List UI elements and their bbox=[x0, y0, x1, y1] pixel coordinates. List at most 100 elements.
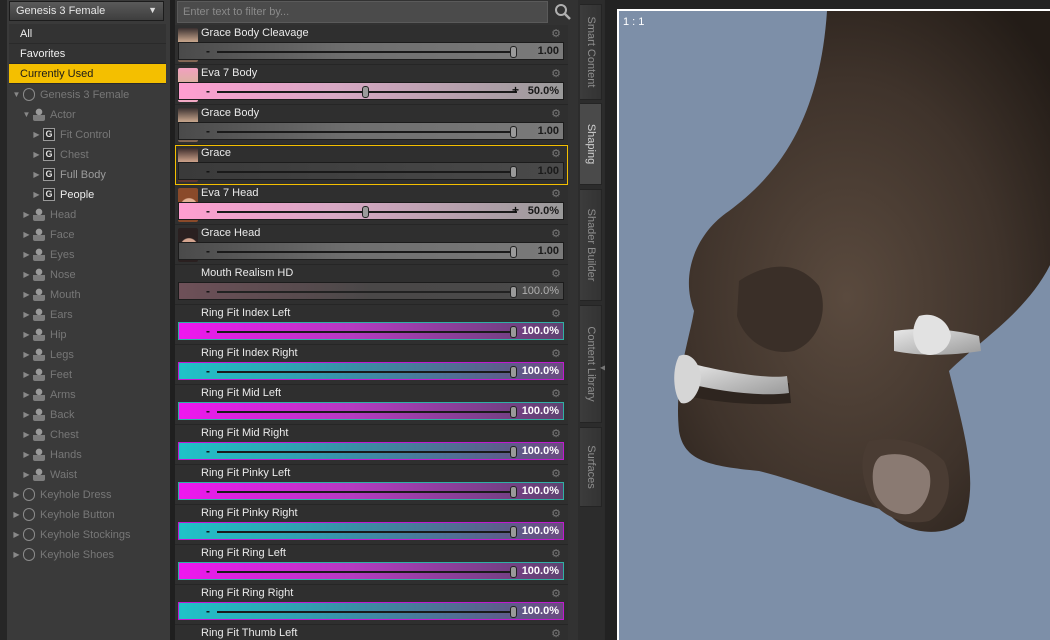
tree-node[interactable]: ▶ Legs bbox=[9, 345, 166, 365]
slider-value[interactable]: 1.00 bbox=[538, 125, 559, 137]
slider-knob[interactable] bbox=[510, 286, 517, 298]
expand-right-icon[interactable]: ▶ bbox=[22, 225, 31, 245]
slider-track[interactable]: - 100.0% bbox=[178, 522, 564, 540]
decrement-button[interactable]: - bbox=[206, 284, 210, 298]
slider-value[interactable]: 100.0% bbox=[522, 565, 559, 577]
slider-knob[interactable] bbox=[510, 406, 517, 418]
slider-knob[interactable] bbox=[362, 86, 369, 98]
slider-knob[interactable] bbox=[362, 206, 369, 218]
decrement-button[interactable]: - bbox=[206, 84, 210, 98]
gear-icon[interactable]: ⚙ bbox=[551, 347, 561, 360]
tree-node[interactable]: ▶ Head bbox=[9, 205, 166, 225]
decrement-button[interactable]: - bbox=[206, 324, 210, 338]
tree-node[interactable]: ▶ Waist bbox=[9, 465, 166, 485]
property-slider-row[interactable]: Ring Fit Pinky Left ⚙ - 100.0% bbox=[175, 465, 568, 505]
property-slider-row[interactable]: Mouth Realism HD ⚙ - 100.0% bbox=[175, 265, 568, 305]
tab-surfaces[interactable]: Surfaces bbox=[580, 427, 602, 507]
tree-node[interactable]: ▶ Feet bbox=[9, 365, 166, 385]
tree-node[interactable]: ▶ G Full Body bbox=[9, 165, 166, 185]
decrement-button[interactable]: - bbox=[206, 444, 210, 458]
slider-knob[interactable] bbox=[510, 126, 517, 138]
gear-icon[interactable]: ⚙ bbox=[551, 547, 561, 560]
gear-icon[interactable]: ⚙ bbox=[551, 147, 561, 160]
property-slider-row[interactable]: Grace Head ⚙ - 1.00 bbox=[175, 225, 568, 265]
slider-value[interactable]: 100.0% bbox=[522, 605, 559, 617]
expand-right-icon[interactable]: ▶ bbox=[22, 205, 31, 225]
slider-value[interactable]: 50.0% bbox=[528, 85, 559, 97]
slider-value[interactable]: 50.0% bbox=[528, 205, 559, 217]
slider-track[interactable]: - +50.0% bbox=[178, 202, 564, 220]
expand-down-icon[interactable]: ▼ bbox=[22, 105, 31, 125]
slider-value[interactable]: 100.0% bbox=[522, 325, 559, 337]
decrement-button[interactable]: - bbox=[206, 524, 210, 538]
expand-right-icon[interactable]: ▶ bbox=[32, 125, 41, 145]
tab-shader-builder[interactable]: Shader Builder bbox=[580, 189, 602, 301]
slider-knob[interactable] bbox=[510, 526, 517, 538]
tree-node[interactable]: ▼ Genesis 3 Female bbox=[9, 85, 166, 105]
expand-right-icon[interactable]: ▶ bbox=[32, 185, 41, 205]
gear-icon[interactable]: ⚙ bbox=[551, 627, 561, 640]
property-slider-row[interactable]: Ring Fit Pinky Right ⚙ - 100.0% bbox=[175, 505, 568, 545]
expand-right-icon[interactable]: ▶ bbox=[22, 265, 31, 285]
decrement-button[interactable]: - bbox=[206, 604, 210, 618]
slider-value[interactable]: 100.0% bbox=[522, 445, 559, 457]
decrement-button[interactable]: - bbox=[206, 244, 210, 258]
property-slider-row[interactable]: Ring Fit Index Right ⚙ - 100.0% bbox=[175, 345, 568, 385]
expand-right-icon[interactable]: ▶ bbox=[22, 465, 31, 485]
slider-track[interactable]: - 100.0% bbox=[178, 562, 564, 580]
category-item[interactable]: All bbox=[9, 24, 166, 44]
tree-node[interactable]: ▶ Keyhole Dress bbox=[9, 485, 166, 505]
gear-icon[interactable]: ⚙ bbox=[551, 307, 561, 320]
slider-track[interactable]: - 100.0% bbox=[178, 322, 564, 340]
expand-right-icon[interactable]: ▶ bbox=[12, 525, 21, 545]
slider-value[interactable]: 100.0% bbox=[522, 285, 559, 297]
tab-smart-content[interactable]: Smart Content bbox=[580, 4, 602, 100]
tree-node[interactable]: ▶ G Chest bbox=[9, 145, 166, 165]
tree-node[interactable]: ▶ Nose bbox=[9, 265, 166, 285]
gear-icon[interactable]: ⚙ bbox=[551, 67, 561, 80]
tree-node[interactable]: ▶ Back bbox=[9, 405, 166, 425]
gear-icon[interactable]: ⚙ bbox=[551, 427, 561, 440]
expand-right-icon[interactable]: ▶ bbox=[22, 445, 31, 465]
gear-icon[interactable]: ⚙ bbox=[551, 507, 561, 520]
slider-knob[interactable] bbox=[510, 46, 517, 58]
slider-knob[interactable] bbox=[510, 166, 517, 178]
expand-right-icon[interactable]: ▶ bbox=[22, 305, 31, 325]
slider-knob[interactable] bbox=[510, 366, 517, 378]
expand-right-icon[interactable]: ▶ bbox=[12, 505, 21, 525]
expand-right-icon[interactable]: ▶ bbox=[22, 325, 31, 345]
gear-icon[interactable]: ⚙ bbox=[551, 107, 561, 120]
decrement-button[interactable]: - bbox=[206, 164, 210, 178]
slider-track[interactable]: - 100.0% bbox=[178, 362, 564, 380]
search-icon[interactable] bbox=[551, 2, 573, 22]
expand-right-icon[interactable]: ▶ bbox=[22, 345, 31, 365]
slider-knob[interactable] bbox=[510, 326, 517, 338]
gear-icon[interactable]: ⚙ bbox=[551, 187, 561, 200]
tree-node[interactable]: ▶ Eyes bbox=[9, 245, 166, 265]
tree-node[interactable]: ▼ Actor bbox=[9, 105, 166, 125]
property-slider-row[interactable]: Eva 7 Head ⚙ - +50.0% bbox=[175, 185, 568, 225]
tree-node[interactable]: ▶ Arms bbox=[9, 385, 166, 405]
tree-node[interactable]: ▶ Face bbox=[9, 225, 166, 245]
decrement-button[interactable]: - bbox=[206, 124, 210, 138]
expand-right-icon[interactable]: ▶ bbox=[22, 425, 31, 445]
property-slider-row[interactable]: Ring Fit Index Left ⚙ - 100.0% bbox=[175, 305, 568, 345]
tree-node[interactable]: ▶ Keyhole Button bbox=[9, 505, 166, 525]
tree-node[interactable]: ▶ Mouth bbox=[9, 285, 166, 305]
slider-knob[interactable] bbox=[510, 246, 517, 258]
tab-content-library[interactable]: Content Library bbox=[580, 305, 602, 423]
slider-value[interactable]: 1.00 bbox=[538, 165, 559, 177]
slider-value[interactable]: 100.0% bbox=[522, 485, 559, 497]
slider-value[interactable]: 100.0% bbox=[522, 365, 559, 377]
property-slider-row[interactable]: Grace Body Cleavage ⚙ - 1.00 bbox=[175, 25, 568, 65]
slider-knob[interactable] bbox=[510, 486, 517, 498]
slider-track[interactable]: - 1.00 bbox=[178, 242, 564, 260]
decrement-button[interactable]: - bbox=[206, 364, 210, 378]
slider-track[interactable]: - 1.00 bbox=[178, 42, 564, 60]
decrement-button[interactable]: - bbox=[206, 484, 210, 498]
expand-right-icon[interactable]: ▶ bbox=[22, 365, 31, 385]
slider-knob[interactable] bbox=[510, 446, 517, 458]
decrement-button[interactable]: - bbox=[206, 564, 210, 578]
slider-track[interactable]: - 100.0% bbox=[178, 282, 564, 300]
slider-value[interactable]: 1.00 bbox=[538, 45, 559, 57]
